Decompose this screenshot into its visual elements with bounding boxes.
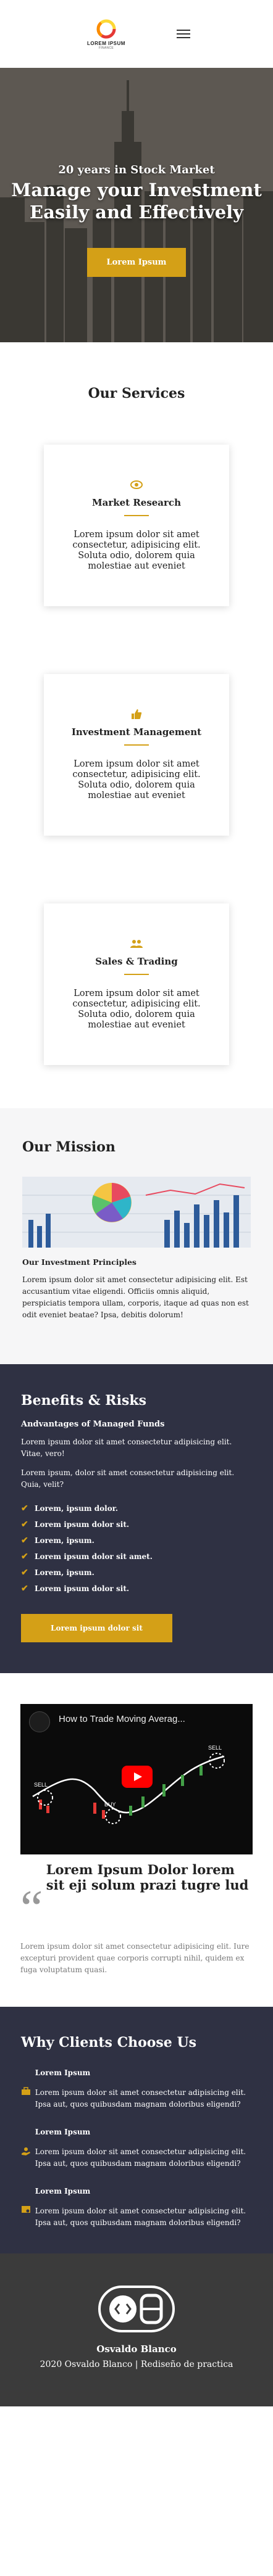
why-item-text: Lorem ipsum dolor sit amet consectetur a… — [35, 2088, 246, 2109]
service-text: Lorem ipsum dolor sit amet consectetur, … — [72, 530, 201, 571]
list-item: ✔ Lorem, ipsum. — [21, 1533, 252, 1549]
service-card-investment-management: Investment Management Lorem ipsum dolor … — [44, 674, 229, 836]
logo-title: LOREM IPSUM — [87, 40, 125, 46]
services-heading: Our Services — [88, 385, 185, 401]
service-title: Sales & Trading — [95, 956, 178, 967]
list-item: ✔ Lorem, ipsum dolor. — [21, 1500, 252, 1516]
video-section: SELL BUY SELL How to Trade Moving Averag… — [0, 1673, 273, 2007]
list-item: ✔ Lorem ipsum dolor sit. — [21, 1516, 252, 1533]
thumbs-up-icon — [131, 709, 142, 722]
mission-heading: Our Mission — [22, 1139, 116, 1155]
why-item-title: Lorem Ipsum — [35, 2068, 91, 2077]
quote-text: Lorem Ipsum Dolor lorem sit eji solum pr… — [46, 1862, 249, 1893]
why-item: Lorem Ipsum Lorem ipsum dolor sit amet co… — [21, 2068, 252, 2110]
list-item: ✔ Lorem ipsum dolor sit amet. — [21, 1549, 252, 1565]
site-header: LOREM IPSUM FINANCE — [0, 0, 273, 68]
benefits-subheading: Andvantages of Managed Funds — [21, 1420, 165, 1429]
buy-label: BUY — [104, 1801, 116, 1808]
site-footer: Osvaldo Blanco 2020 Osvaldo Blanco | Red… — [0, 2253, 273, 2406]
list-item: ✔ Lorem, ipsum. — [21, 1565, 252, 1581]
briefcase-icon — [21, 2068, 35, 2110]
service-text: Lorem ipsum dolor sit amet consectetur, … — [72, 759, 201, 800]
why-item: Lorem Ipsum Lorem ipsum dolor sit amet co… — [21, 2187, 252, 2229]
service-text: Lorem ipsum dolor sit amet consectetur, … — [72, 989, 201, 1030]
list-item: ✔ Lorem ipsum dolor sit. — [21, 1581, 252, 1597]
why-item-text: Lorem ipsum dolor sit amet consectetur a… — [35, 2147, 246, 2168]
logo-subtitle: FINANCE — [98, 46, 114, 50]
video-title[interactable]: How to Trade Moving Averag... — [59, 1714, 185, 1724]
sell-label: SELL — [34, 1782, 48, 1788]
benefits-list: ✔ Lorem, ipsum dolor. ✔ Lorem ipsum dolor … — [21, 1500, 252, 1597]
hero-kicker: 20 years in Stock Market — [58, 163, 215, 176]
benefits-section: Benefits & Risks Andvantages of Managed … — [0, 1364, 273, 1673]
check-icon: ✔ — [21, 1552, 28, 1562]
why-section: Why Clients Choose Us Lorem Ipsum Lorem i… — [0, 2007, 273, 2253]
why-heading: Why Clients Choose Us — [21, 2035, 197, 2051]
play-button-icon[interactable] — [122, 1766, 153, 1788]
users-icon — [130, 938, 143, 952]
check-icon: ✔ — [21, 1536, 28, 1545]
quote-icon: “ — [20, 1880, 43, 1936]
service-title: Market Research — [92, 497, 181, 508]
check-icon: ✔ — [21, 1504, 28, 1513]
check-icon: ✔ — [21, 1584, 28, 1594]
footer-copyright: 2020 Osvaldo Blanco | Rediseño de practi… — [40, 2360, 233, 2369]
service-card-sales-trading: Sales & Trading Lorem ipsum dolor sit am… — [44, 903, 229, 1065]
why-item-text: Lorem ipsum dolor sit amet consectetur a… — [35, 2207, 246, 2227]
services-section: Our Services Market Research Lorem ipsum… — [0, 342, 273, 1108]
eye-icon — [130, 479, 143, 493]
benefits-cta-button[interactable]: Lorem ipsum dolor sit — [21, 1614, 172, 1642]
certificate-icon — [21, 2187, 35, 2229]
divider — [124, 515, 149, 516]
quote-block: “ Lorem Ipsum Dolor lorem sit eji solum … — [20, 1862, 253, 1933]
footer-name: Osvaldo Blanco — [96, 2344, 177, 2355]
divider — [124, 974, 149, 975]
finance-charts-image — [22, 1177, 251, 1248]
site-logo[interactable]: LOREM IPSUM FINANCE — [82, 19, 131, 50]
check-icon: ✔ — [21, 1568, 28, 1578]
mission-text: Lorem ipsum dolor sit amet consectetur a… — [22, 1275, 249, 1319]
channel-avatar[interactable] — [29, 1711, 50, 1732]
video-text: Lorem ipsum dolor sit amet consectetur a… — [20, 1942, 250, 1974]
ob-logo-icon — [98, 2286, 175, 2332]
logo-ring-icon — [96, 19, 116, 38]
video-player[interactable]: SELL BUY SELL How to Trade Moving Averag… — [20, 1704, 253, 1854]
mission-subheading: Our Investment Principles — [22, 1257, 136, 1267]
benefits-paragraph-2: Lorem ipsum, dolor sit amet consectetur … — [21, 1468, 235, 1489]
service-title: Investment Management — [71, 726, 202, 738]
why-item: Lorem Ipsum Lorem ipsum dolor sit amet co… — [21, 2128, 252, 2170]
service-card-market-research: Market Research Lorem ipsum dolor sit am… — [44, 445, 229, 606]
why-item-title: Lorem Ipsum — [35, 2128, 91, 2136]
benefits-heading: Benefits & Risks — [21, 1393, 146, 1409]
page: LOREM IPSUM FINANCE 20 years in Stock Ma… — [0, 0, 273, 2406]
why-item-title: Lorem Ipsum — [35, 2187, 91, 2195]
check-icon: ✔ — [21, 1520, 28, 1529]
sell-label: SELL — [208, 1745, 222, 1751]
benefits-paragraph-1: Lorem ipsum dolor sit amet consectetur a… — [21, 1438, 232, 1458]
hero-cta-button[interactable]: Lorem Ipsum — [86, 248, 187, 277]
hero-title: Manage your Investment Easily and Effect… — [11, 179, 262, 223]
hand-coin-icon — [21, 2128, 35, 2170]
hero-section: 20 years in Stock Market Manage your Inv… — [0, 68, 273, 342]
hamburger-menu-icon[interactable] — [177, 27, 190, 41]
divider — [124, 744, 149, 746]
mission-section: Our Mission Our Investment Principles Lo… — [0, 1108, 273, 1364]
